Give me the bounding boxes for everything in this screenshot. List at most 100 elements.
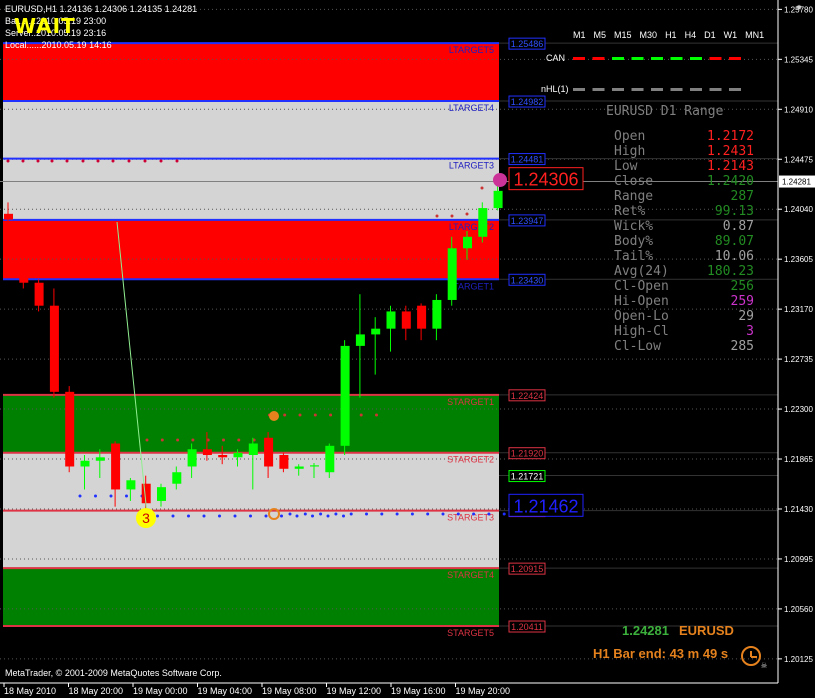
signal-dot [191,438,195,442]
signal-dot [426,512,430,516]
signal-dot [319,512,323,516]
candle-body [417,305,427,329]
timeframe-m15: M15 [614,30,632,40]
y-tick-label: 1.23170 [784,305,813,314]
signal-dot [145,438,149,442]
bar-end-timer: H1 Bar end: 43 m 49 s [593,646,729,661]
signal-cell [612,88,624,91]
candle-body [386,311,396,329]
range-value: 1.2172 [707,129,754,144]
signal-dot [111,159,115,163]
signal-dot [237,438,241,442]
zone-band [3,43,499,102]
signal-dot [295,514,299,518]
range-value: 3 [746,324,754,339]
gear-icon[interactable]: ✹ [796,2,802,13]
signal-cell [709,88,722,91]
zone-band [3,158,499,220]
signal-dot [365,512,368,516]
candle-body [111,443,121,490]
candle-body [447,248,457,300]
y-tick-label: 1.20995 [784,555,813,564]
signal-dot [94,494,97,498]
candle-body [401,311,411,329]
x-tick-label: 19 May 08:00 [262,686,317,696]
candle-body [95,457,105,461]
level-label: STARGET4 [447,570,494,580]
signal-dot [159,159,163,163]
x-tick-label: 18 May 20:00 [69,686,124,696]
candle-body [187,449,197,467]
range-row: Cl-Open 256 [614,279,754,294]
nhl-label: nHL(1) [541,84,569,94]
timeframe-d1: D1 [704,30,716,40]
range-key: Cl-Open [614,279,669,294]
range-row: Hi-Open 259 [614,294,754,309]
timeframe-h1: H1 [665,30,677,40]
range-key: Close [614,174,654,189]
signal-dot [6,159,10,163]
candle-body [340,345,350,446]
signal-dot [36,159,40,163]
signal-status: WAIT [14,14,76,38]
level-label: STARGET1 [447,397,494,407]
y-tick-label: 1.22300 [784,405,813,414]
level-tag: 1.21721 [511,472,544,482]
y-tick-label: 1.21865 [784,455,813,464]
timeframe-m1: M1 [573,30,586,40]
signal-dot [329,413,333,417]
big-label: 1.21462 [513,496,578,516]
signal-dot [450,214,454,218]
signal-cell [690,57,702,60]
level-tag: 1.21920 [511,449,544,459]
candle-body [233,452,243,458]
zone-band [3,279,499,395]
big-label: 1.24306 [513,170,578,190]
y-tick-label: 1.20125 [784,655,813,664]
range-row: High-Cl 3 [614,324,754,339]
signal-dot [78,494,82,498]
signal-dot [334,512,338,516]
range-key: Ret% [614,204,646,219]
signal-cell [729,88,741,91]
signal-cell [592,88,605,91]
range-value: 99.13 [714,204,754,219]
signal-dot [283,413,287,417]
signal-dot [410,512,414,516]
target-zones [3,43,499,627]
signal-dot [456,512,460,516]
signal-dot [125,494,128,498]
candle-body [49,305,59,392]
range-key: Range [614,189,654,204]
candle-body [65,391,75,467]
candle-body [493,190,503,209]
range-value: 89.07 [714,234,754,249]
zone-band [3,510,499,569]
marker-dot [493,173,507,187]
range-row: Ret% 99.13 [614,204,754,219]
y-tick-label: 1.23605 [784,255,813,264]
candle-body [218,455,228,458]
signal-dot [109,494,113,498]
range-row: Tail% 10.06 [614,249,754,264]
y-tick-label: 1.25345 [784,55,813,64]
level-tag: 1.20411 [511,622,543,632]
level-tag: 1.23947 [511,216,544,226]
candle-body [4,213,13,220]
range-key: High-Cl [614,324,669,339]
signal-cell [573,57,585,60]
signal-dot [65,159,69,163]
range-key: High [614,144,646,159]
candle-body [34,282,44,306]
skull-icon: ☠ [761,660,768,671]
x-tick-label: 19 May 20:00 [456,686,511,696]
current-price-label: 1.24281 [782,178,811,187]
current-price: 1.24281 [622,623,669,638]
y-tick-label: 1.22735 [784,355,813,364]
range-title: EURUSD D1 Range [606,104,724,119]
range-key: Avg(24) [614,264,669,279]
level-label: STARGET2 [447,455,494,465]
signal-dot [21,159,25,163]
x-tick-label: 19 May 04:00 [198,686,253,696]
marker-number: 3 [142,510,150,526]
